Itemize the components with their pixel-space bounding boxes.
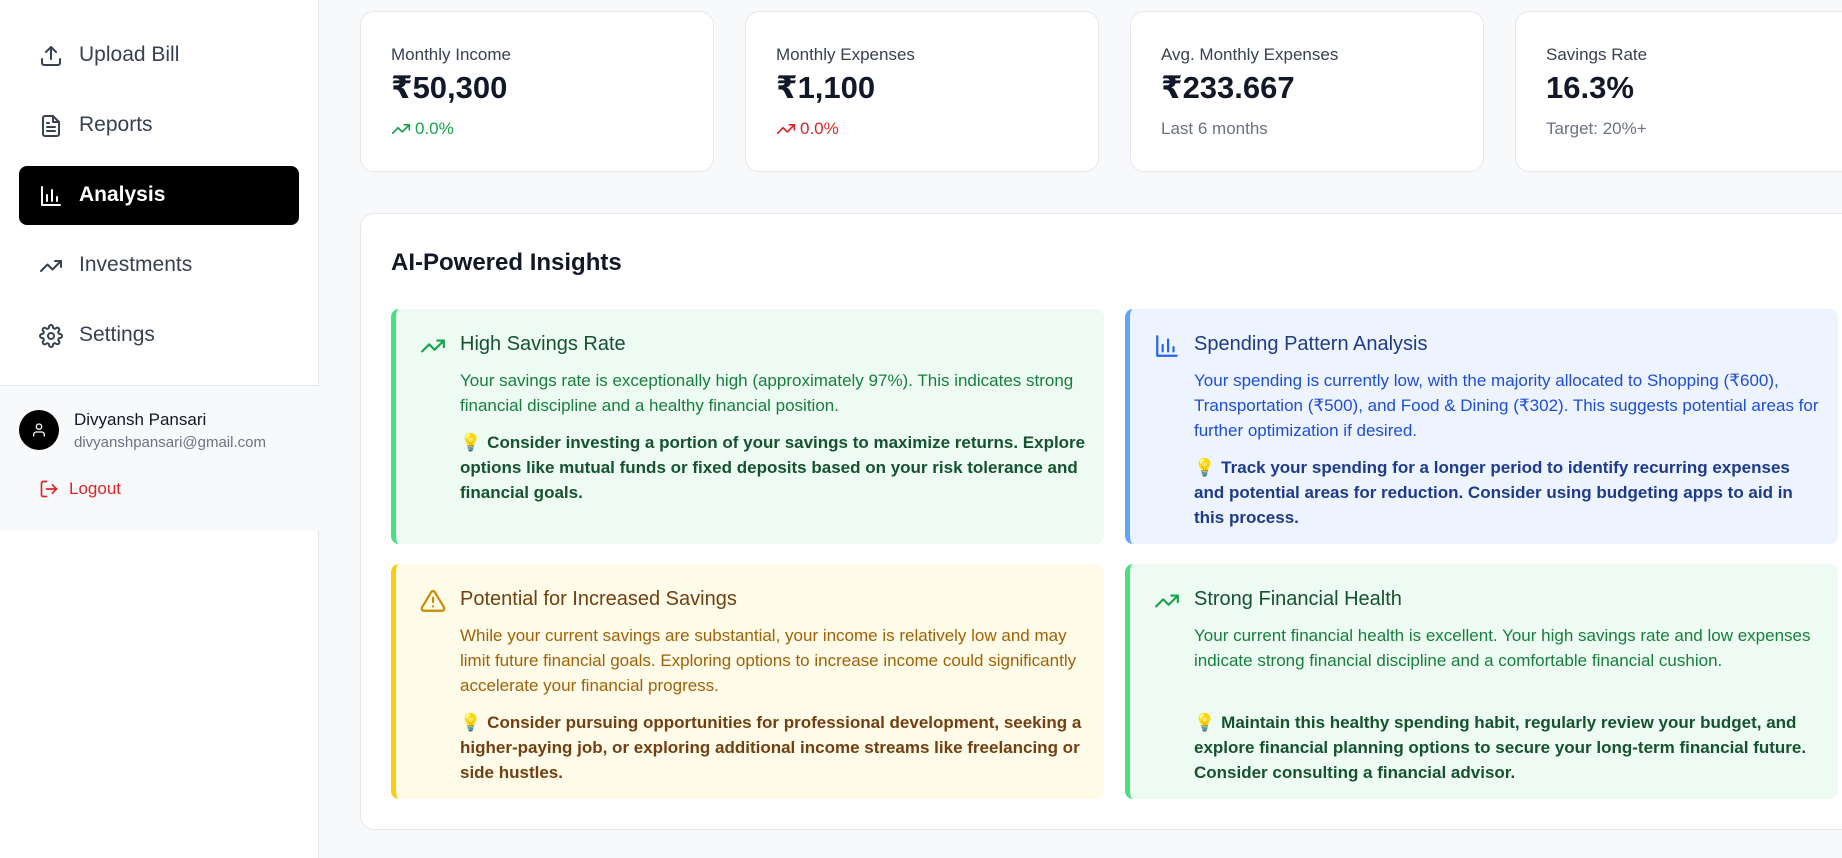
stat-card-monthly-income: Monthly Income ₹50,300 0.0% [360, 11, 714, 172]
stat-trend-value: 0.0% [415, 119, 454, 138]
user-name: Divyansh Pansari [74, 410, 207, 429]
insight-description: Your spending is currently low, with the… [1194, 371, 1819, 440]
insight-description: Your savings rate is exceptionally high … [460, 371, 1074, 415]
stat-value: ₹1,100 [776, 70, 876, 105]
insight-title: Potential for Increased Savings [460, 588, 737, 610]
logout-label: Logout [69, 479, 121, 498]
sidebar-item-label: Settings [79, 323, 155, 346]
stat-title: Monthly Expenses [776, 45, 915, 64]
lightbulb-icon: 💡 [460, 433, 482, 452]
insights-title: AI-Powered Insights [391, 249, 622, 276]
insight-tip: 💡 Track your spending for a longer period… [1194, 455, 1824, 530]
gear-icon [39, 324, 63, 348]
bar-chart-icon [39, 184, 63, 208]
logout-icon [40, 480, 58, 498]
insight-title: Spending Pattern Analysis [1194, 333, 1428, 355]
user-panel: Divyansh Pansari divyanshpansari@gmail.c… [0, 385, 319, 531]
sidebar-item-upload-bill[interactable]: Upload Bill [19, 26, 299, 85]
sidebar-item-settings[interactable]: Settings [19, 306, 299, 365]
sidebar-item-label: Upload Bill [79, 43, 180, 66]
stat-subtitle: Last 6 months [1161, 119, 1268, 138]
insight-card-spending-pattern: Spending Pattern Analysis Your spending … [1125, 309, 1838, 544]
stat-title: Monthly Income [391, 45, 511, 64]
insight-tip-text: Consider investing a portion of your sav… [460, 433, 1086, 502]
trending-up-icon [1154, 588, 1180, 614]
insight-tip-text: Consider pursuing opportunities for prof… [460, 713, 1082, 782]
trending-up-icon [776, 124, 796, 134]
insight-title: High Savings Rate [460, 333, 626, 355]
insight-card-financial-health: Strong Financial Health Your current fin… [1125, 564, 1838, 799]
insight-tip: 💡 Maintain this healthy spending habit, r… [1194, 710, 1824, 785]
insight-tip-text: Maintain this healthy spending habit, re… [1194, 713, 1807, 782]
lightbulb-icon: 💡 [1194, 458, 1216, 477]
stat-trend: 0.0% [776, 119, 839, 139]
stat-card-monthly-expenses: Monthly Expenses ₹1,100 0.0% [745, 11, 1099, 172]
insights-panel: AI-Powered Insights High Savings Rate Yo… [360, 213, 1842, 830]
insight-card-high-savings-rate: High Savings Rate Your savings rate is e… [391, 309, 1104, 544]
sidebar-item-analysis[interactable]: Analysis [19, 166, 299, 225]
sidebar: Upload Bill Reports Analysis Investments [0, 0, 319, 858]
stat-trend: 0.0% [391, 119, 454, 139]
sidebar-item-label: Analysis [79, 183, 166, 206]
insight-tip: 💡 Consider investing a portion of your sa… [460, 430, 1090, 505]
insight-tip: 💡 Consider pursuing opportunities for pro… [460, 710, 1090, 785]
sidebar-item-reports[interactable]: Reports [19, 96, 299, 155]
avatar [19, 410, 59, 450]
stat-trend-value: 0.0% [800, 119, 839, 138]
document-icon [39, 114, 63, 138]
stat-title: Avg. Monthly Expenses [1161, 45, 1339, 64]
sidebar-item-label: Investments [79, 253, 193, 276]
lightbulb-icon: 💡 [1194, 713, 1216, 732]
sidebar-item-label: Reports [79, 113, 153, 136]
sidebar-item-investments[interactable]: Investments [19, 236, 299, 295]
user-email: divyanshpansari@gmail.com [74, 434, 266, 451]
warning-icon [420, 588, 446, 614]
trending-up-icon [39, 254, 63, 278]
stat-subtitle: Target: 20%+ [1546, 119, 1647, 138]
stat-card-avg-monthly-expenses: Avg. Monthly Expenses ₹233.667 Last 6 mo… [1130, 11, 1484, 172]
insight-card-increased-savings: Potential for Increased Savings While yo… [391, 564, 1104, 799]
upload-icon [39, 44, 63, 68]
bar-chart-icon [1154, 333, 1180, 359]
logout-button[interactable]: Logout [39, 479, 121, 499]
insight-description: Your current financial health is excelle… [1194, 626, 1811, 670]
app-root: Upload Bill Reports Analysis Investments [0, 0, 1842, 858]
stat-card-savings-rate: Savings Rate 16.3% Target: 20%+ [1515, 11, 1842, 172]
lightbulb-icon: 💡 [460, 713, 482, 732]
insight-title: Strong Financial Health [1194, 588, 1402, 610]
stat-title: Savings Rate [1546, 45, 1648, 64]
stat-value: 16.3% [1546, 70, 1634, 105]
trending-up-icon [420, 333, 446, 359]
trending-up-icon [391, 124, 411, 134]
user-icon [33, 423, 45, 437]
stat-value: ₹233.667 [1161, 70, 1295, 105]
insight-tip-text: Track your spending for a longer period … [1194, 458, 1793, 527]
stat-value: ₹50,300 [391, 70, 508, 105]
insight-description: While your current savings are substanti… [460, 626, 1077, 695]
